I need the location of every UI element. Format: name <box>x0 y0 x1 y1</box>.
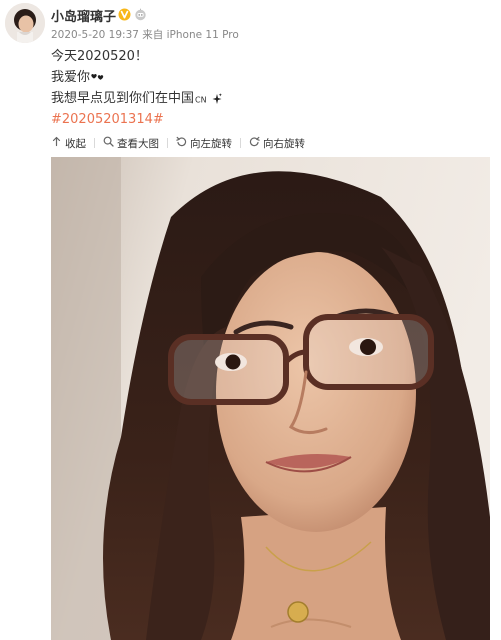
rotate-right-icon <box>249 136 260 150</box>
toolbar-divider <box>167 138 168 148</box>
collapse-button[interactable]: 收起 <box>51 136 86 151</box>
post-source-device: iPhone 11 Pro <box>166 29 239 41</box>
badges <box>118 6 147 25</box>
hearts-emoji-icon <box>90 70 105 85</box>
selfie-photo-image <box>51 157 490 640</box>
rotate-right-button[interactable]: 向右旋转 <box>249 136 305 151</box>
toolbar-divider <box>94 138 95 148</box>
china-flag-emoji-icon: CN <box>194 91 212 106</box>
username[interactable]: 小岛瑠璃子 <box>51 6 116 25</box>
content-line-2-text: 我爱你 <box>51 70 91 85</box>
member-robot-icon <box>134 6 147 25</box>
content-line-1-text: 今天2020520！ <box>51 49 148 64</box>
content-line-1: 今天2020520！ <box>51 46 481 67</box>
content-line-3-text: 我想早点见到你们在中国 <box>51 91 195 106</box>
rotate-left-label: 向左旋转 <box>190 137 232 150</box>
rotate-right-label: 向右旋转 <box>263 137 305 150</box>
hashtag-link[interactable]: #20205201314# <box>51 112 164 127</box>
sparkles-emoji-icon <box>212 91 222 106</box>
view-large-image-label: 查看大图 <box>117 137 159 150</box>
image-toolbar: 收起 查看大图 向左旋转 向右旋转 <box>51 133 481 153</box>
toolbar-divider <box>240 138 241 148</box>
rotate-left-icon <box>176 136 187 150</box>
avatar[interactable] <box>5 3 45 43</box>
post-header: 小岛瑠璃子 2020-5-20 19:37 来自 iPhone 11 Pro <box>0 0 501 48</box>
post-photo[interactable] <box>51 157 490 640</box>
zoom-icon <box>103 136 114 150</box>
verified-v-icon <box>118 6 131 25</box>
collapse-icon <box>51 136 62 150</box>
collapse-label: 收起 <box>65 137 86 150</box>
post-meta: 2020-5-20 19:37 来自 iPhone 11 Pro <box>51 27 239 42</box>
content-line-3: 我想早点见到你们在中国 CN <box>51 88 481 109</box>
post-source-prefix: 来自 <box>142 29 164 41</box>
avatar-image <box>5 3 45 43</box>
svg-text:CN: CN <box>195 95 207 104</box>
post-content: 今天2020520！ 我爱你 我想早点见到你们在中国 CN #2020520131… <box>51 46 481 130</box>
content-line-2: 我爱你 <box>51 67 481 88</box>
rotate-left-button[interactable]: 向左旋转 <box>176 136 232 151</box>
post-timestamp[interactable]: 2020-5-20 19:37 <box>51 29 139 41</box>
content-line-4: #20205201314# <box>51 109 481 130</box>
view-large-image-button[interactable]: 查看大图 <box>103 136 159 151</box>
